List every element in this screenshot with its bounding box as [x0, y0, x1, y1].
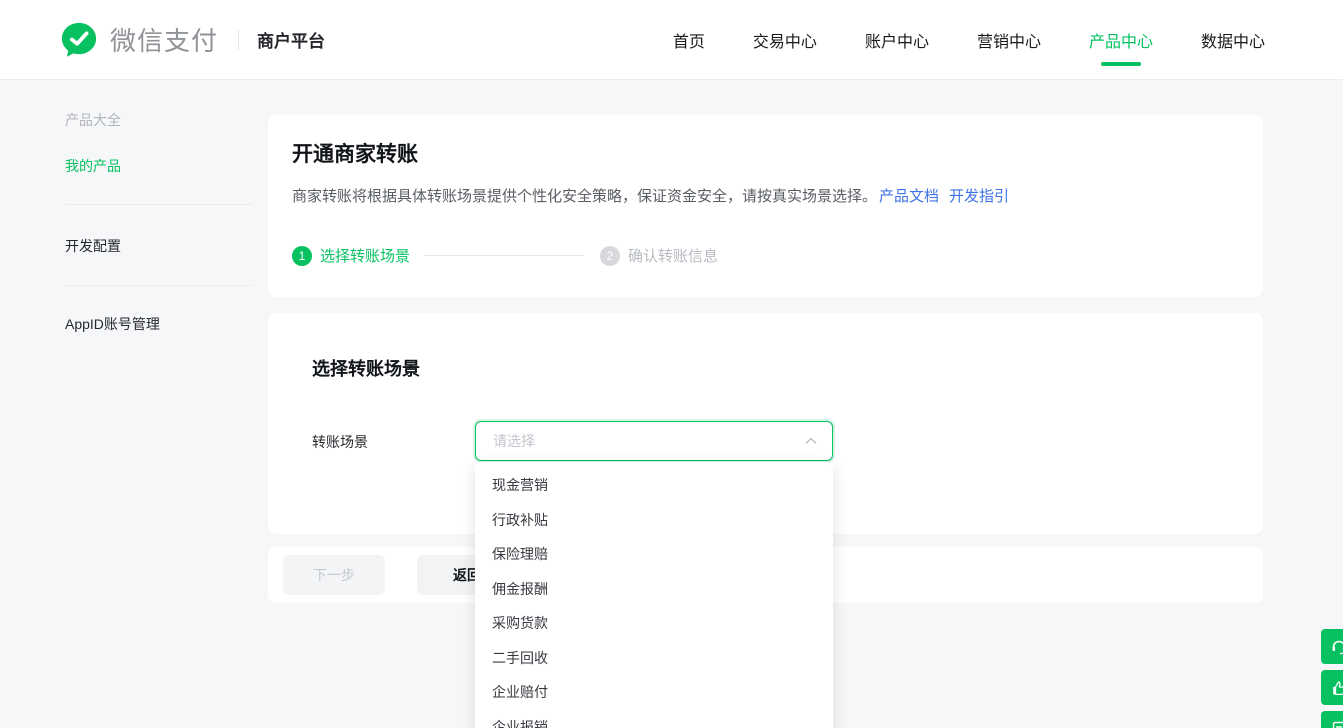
sidebar-item-dev-config[interactable]: 开发配置 — [65, 238, 121, 254]
step-1-label: 选择转账场景 — [320, 245, 410, 266]
step-2-label: 确认转账信息 — [628, 245, 718, 266]
sidebar-divider — [65, 204, 252, 205]
customer-service-icon — [1330, 638, 1343, 656]
page-description: 商家转账将根据具体转账场景提供个性化安全策略，保证资金安全，请按真实场景选择。产… — [292, 186, 1223, 207]
stepper: 1 选择转账场景 2 确认转账信息 — [292, 245, 1223, 266]
step-2-circle: 2 — [600, 246, 620, 266]
nav-item-products[interactable]: 产品中心 — [1089, 0, 1153, 80]
nav-item-transactions[interactable]: 交易中心 — [753, 0, 817, 80]
wechat-pay-logo[interactable]: 微信支付 商户平台 — [60, 21, 325, 59]
option-procurement[interactable]: 采购货款 — [475, 606, 833, 641]
transfer-scene-dropdown: 现金营销 行政补贴 保险理赔 佣金报酬 采购货款 二手回收 企业赔付 企业报销 — [475, 462, 833, 728]
chevron-up-icon — [804, 434, 818, 448]
page-description-text: 商家转账将根据具体转账场景提供个性化安全策略，保证资金安全，请按真实场景选择。 — [292, 188, 877, 205]
header: 微信支付 商户平台 首页 交易中心 账户中心 营销中心 产品中心 数据中心 — [0, 0, 1343, 80]
portal-name: 商户平台 — [257, 27, 325, 52]
option-secondhand[interactable]: 二手回收 — [475, 641, 833, 676]
option-admin-subsidy[interactable]: 行政补贴 — [475, 503, 833, 538]
option-compensation[interactable]: 企业赔付 — [475, 675, 833, 710]
feedback-icon — [1330, 679, 1343, 697]
option-insurance-claim[interactable]: 保险理赔 — [475, 537, 833, 572]
intro-card: 开通商家转账 商家转账将根据具体转账场景提供个性化安全策略，保证资金安全，请按真… — [268, 115, 1263, 297]
select-placeholder: 请选择 — [493, 431, 804, 451]
step-1-circle: 1 — [292, 246, 312, 266]
sidebar-item-my-products[interactable]: 我的产品 — [65, 158, 121, 174]
transfer-scene-select[interactable]: 请选择 — [475, 421, 833, 461]
page-title: 开通商家转账 — [292, 140, 1223, 170]
transfer-scene-label: 转账场景 — [312, 432, 368, 452]
feedback-button[interactable] — [1321, 670, 1343, 705]
option-reimbursement[interactable]: 企业报销 — [475, 710, 833, 728]
dev-guide-link[interactable]: 开发指引 — [949, 188, 1009, 205]
survey-button[interactable] — [1321, 711, 1343, 728]
sidebar: 产品大全 我的产品 开发配置 AppID账号管理 — [0, 80, 268, 728]
customer-service-button[interactable] — [1321, 629, 1343, 664]
step-connector — [424, 255, 584, 256]
brand-name: 微信支付 — [110, 21, 218, 58]
nav-item-data[interactable]: 数据中心 — [1201, 0, 1265, 80]
option-cash-marketing[interactable]: 现金营销 — [475, 468, 833, 503]
product-doc-link[interactable]: 产品文档 — [879, 188, 939, 205]
sidebar-divider — [65, 285, 252, 286]
wechat-pay-bubble-icon — [60, 21, 98, 59]
next-step-button[interactable]: 下一步 — [283, 555, 385, 595]
floating-toolbar — [1321, 629, 1343, 728]
nav-item-account[interactable]: 账户中心 — [865, 0, 929, 80]
sidebar-item-all-products[interactable]: 产品大全 — [65, 112, 121, 128]
option-commission[interactable]: 佣金报酬 — [475, 572, 833, 607]
logo-divider — [238, 30, 239, 50]
section-title: 选择转账场景 — [312, 355, 420, 381]
survey-icon — [1330, 720, 1343, 728]
nav-item-home[interactable]: 首页 — [673, 0, 705, 80]
top-navigation: 首页 交易中心 账户中心 营销中心 产品中心 数据中心 — [673, 0, 1265, 80]
nav-item-marketing[interactable]: 营销中心 — [977, 0, 1041, 80]
sidebar-item-appid-manage[interactable]: AppID账号管理 — [65, 316, 160, 332]
